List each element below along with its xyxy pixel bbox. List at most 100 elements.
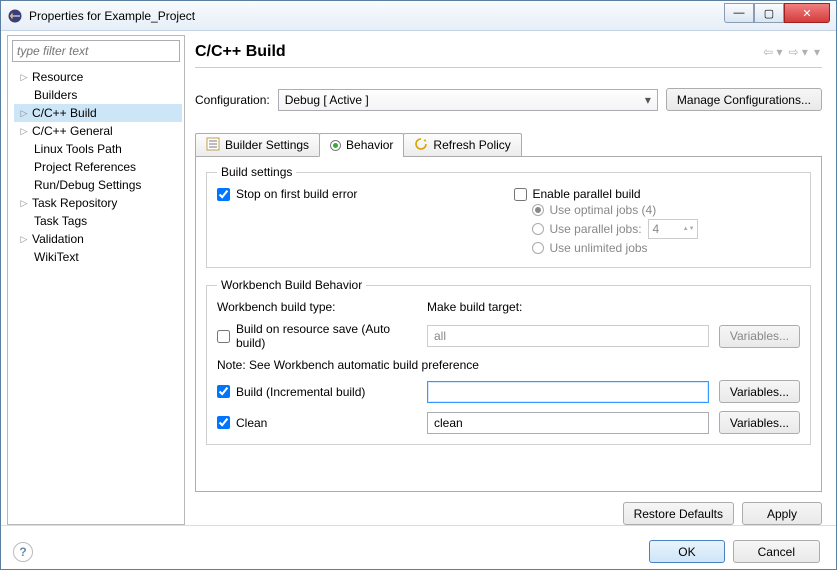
- tree-label: Task Repository: [32, 196, 117, 210]
- config-row: Configuration: Debug [ Active ] Manage C…: [195, 88, 822, 111]
- page-title: C/C++ Build: [195, 43, 761, 61]
- content-panel: C/C++ Build ⇦ ▾ ⇨ ▾ ▾ Configuration: Deb…: [185, 35, 830, 525]
- twisty-icon: ▷: [18, 71, 30, 83]
- auto-build-checkbox[interactable]: Build on resource save (Auto build): [217, 322, 417, 350]
- ok-button[interactable]: OK: [649, 540, 724, 563]
- manage-configs-button[interactable]: Manage Configurations...: [666, 88, 822, 111]
- eclipse-icon: [7, 8, 23, 24]
- tab-builder-settings[interactable]: Builder Settings: [195, 133, 320, 157]
- radio-label: Use optimal jobs (4): [550, 203, 657, 217]
- checkbox-input[interactable]: [217, 330, 230, 343]
- help-button[interactable]: ?: [13, 542, 33, 562]
- group-legend: Build settings: [217, 165, 296, 179]
- twisty-icon: ▷: [18, 125, 30, 137]
- stop-on-error-checkbox[interactable]: Stop on first build error: [217, 187, 504, 201]
- group-legend: Workbench Build Behavior: [217, 278, 366, 292]
- parallel-jobs-radio: Use parallel jobs: 4 ▲▼: [532, 219, 801, 239]
- enable-parallel-checkbox[interactable]: Enable parallel build: [514, 187, 801, 201]
- checkbox-input[interactable]: [217, 416, 230, 429]
- checkbox-label: Clean: [236, 416, 267, 430]
- checkbox-input[interactable]: [217, 188, 230, 201]
- tab-label: Builder Settings: [225, 138, 309, 152]
- tree-item-run-debug[interactable]: Run/Debug Settings: [14, 176, 182, 194]
- tree-item-builders[interactable]: Builders: [14, 86, 182, 104]
- radio-icon: [532, 242, 544, 254]
- tree-item-validation[interactable]: ▷Validation: [14, 230, 182, 248]
- make-target-label: Make build target:: [427, 300, 709, 314]
- tree-item-task-repo[interactable]: ▷Task Repository: [14, 194, 182, 212]
- config-label: Configuration:: [195, 93, 270, 107]
- separator: [1, 525, 836, 526]
- tree-item-project-refs[interactable]: Project References: [14, 158, 182, 176]
- parallel-jobs-spinner: 4 ▲▼: [648, 219, 698, 239]
- variables-button[interactable]: Variables...: [719, 380, 800, 403]
- tree-label: Validation: [32, 232, 84, 246]
- refresh-icon: [414, 137, 428, 154]
- tree-label: WikiText: [34, 250, 79, 264]
- tree-label: C/C++ General: [32, 124, 113, 138]
- dialog-main: ▷Resource Builders ▷C/C++ Build ▷C/C++ G…: [7, 35, 830, 525]
- tree-item-task-tags[interactable]: Task Tags: [14, 212, 182, 230]
- auto-build-note: Note: See Workbench automatic build pref…: [217, 358, 800, 372]
- tree-item-wikitext[interactable]: WikiText: [14, 248, 182, 266]
- checkbox-label: Stop on first build error: [236, 187, 357, 201]
- tab-behavior[interactable]: Behavior: [319, 133, 404, 157]
- tree-item-cpp-build[interactable]: ▷C/C++ Build: [14, 104, 182, 122]
- build-type-label: Workbench build type:: [217, 300, 417, 314]
- right-col: Enable parallel build Use optimal jobs (…: [514, 187, 801, 257]
- incremental-build-checkbox[interactable]: Build (Incremental build): [217, 385, 417, 399]
- radio-label: Use parallel jobs:: [550, 222, 642, 236]
- page-buttons: Restore Defaults Apply: [195, 502, 822, 525]
- tree-item-cpp-general[interactable]: ▷C/C++ General: [14, 122, 182, 140]
- dialog-body: ▷Resource Builders ▷C/C++ Build ▷C/C++ G…: [1, 31, 836, 569]
- checkbox-input[interactable]: [217, 385, 230, 398]
- restore-defaults-button[interactable]: Restore Defaults: [623, 502, 734, 525]
- radio-on-icon: [330, 140, 341, 151]
- window-title: Properties for Example_Project: [29, 9, 724, 23]
- unlimited-jobs-radio: Use unlimited jobs: [532, 241, 801, 255]
- twisty-icon: ▷: [18, 197, 30, 209]
- tree-label: Linux Tools Path: [34, 142, 122, 156]
- cancel-button[interactable]: Cancel: [733, 540, 820, 563]
- checkbox-label: Enable parallel build: [533, 187, 641, 201]
- tab-panel: Build settings Stop on first build error: [195, 157, 822, 492]
- spinner-value: 4: [653, 222, 660, 236]
- menu-icon[interactable]: ▾: [812, 45, 822, 59]
- titlebar[interactable]: Properties for Example_Project — ▢ ✕: [1, 1, 836, 31]
- forward-icon[interactable]: ⇨ ▾: [787, 45, 810, 59]
- optimal-jobs-radio: Use optimal jobs (4): [532, 203, 801, 217]
- nav-tree: ▷Resource Builders ▷C/C++ Build ▷C/C++ G…: [8, 66, 184, 524]
- build-settings-row: Stop on first build error Enable paralle…: [217, 187, 800, 257]
- tab-label: Behavior: [346, 138, 393, 152]
- auto-build-target-input: [427, 325, 709, 347]
- maximize-button[interactable]: ▢: [754, 3, 784, 23]
- twisty-icon: ▷: [18, 107, 30, 119]
- incremental-target-input[interactable]: [427, 381, 709, 403]
- config-value: Debug [ Active ]: [285, 93, 369, 107]
- workbench-grid: Workbench build type: Make build target:…: [217, 300, 800, 434]
- tab-label: Refresh Policy: [433, 138, 510, 152]
- config-combo[interactable]: Debug [ Active ]: [278, 89, 658, 111]
- clean-target-input[interactable]: [427, 412, 709, 434]
- tree-item-linux-tools[interactable]: Linux Tools Path: [14, 140, 182, 158]
- tree-item-resource[interactable]: ▷Resource: [14, 68, 182, 86]
- footer-buttons: OK Cancel: [649, 540, 820, 563]
- tree-label: Run/Debug Settings: [34, 178, 141, 192]
- apply-button[interactable]: Apply: [742, 502, 822, 525]
- sidebar: ▷Resource Builders ▷C/C++ Build ▷C/C++ G…: [7, 35, 185, 525]
- radio-icon: [532, 204, 544, 216]
- twisty-icon: ▷: [18, 233, 30, 245]
- checkbox-input[interactable]: [514, 188, 527, 201]
- tree-label: C/C++ Build: [32, 106, 97, 120]
- minimize-button[interactable]: —: [724, 3, 754, 23]
- close-button[interactable]: ✕: [784, 3, 830, 23]
- clean-checkbox[interactable]: Clean: [217, 416, 417, 430]
- back-icon[interactable]: ⇦ ▾: [761, 45, 784, 59]
- build-settings-group: Build settings Stop on first build error: [206, 165, 811, 268]
- variables-button[interactable]: Variables...: [719, 411, 800, 434]
- spinner-arrows-icon: ▲▼: [683, 226, 695, 232]
- tree-label: Project References: [34, 160, 136, 174]
- filter-input[interactable]: [12, 40, 180, 62]
- tab-refresh-policy[interactable]: Refresh Policy: [403, 133, 521, 157]
- dialog-footer: ? OK Cancel: [7, 536, 830, 563]
